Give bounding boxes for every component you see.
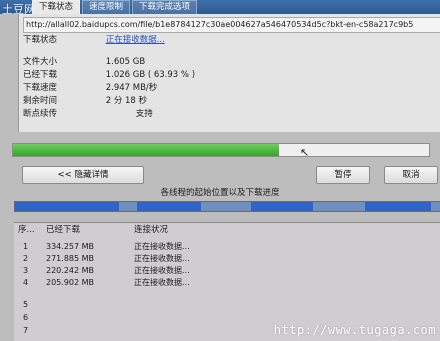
thread-segments-bar (14, 201, 440, 212)
title-bar: 土豆网 下载状态 速度限制 下载完成选项 (0, 0, 440, 16)
thread-list: 序... 已经下载 连接状况 1 334.257 MB 正在接收数据... 2 … (14, 222, 440, 341)
segment-2 (137, 202, 201, 211)
tab-strip: 下载状态 速度限制 下载完成选项 (32, 0, 199, 14)
tab-download-status[interactable]: 下载状态 (32, 0, 81, 14)
column-header-status[interactable]: 连接状况 (134, 225, 168, 236)
status-row: 下载状态 正在接收数据... (23, 34, 165, 46)
download-status-panel: http://allall02.baidupcs.com/file/b1e878… (18, 14, 440, 132)
tab-completion-options[interactable]: 下载完成选项 (132, 0, 198, 14)
download-progress-bar (12, 143, 430, 157)
watermark-url: http://www.tugaga.com (273, 323, 436, 337)
row-downloaded: 205.902 MB (46, 278, 95, 287)
row-number: 1 (23, 242, 29, 251)
info-row-remaining: 剩余时间 2 分 18 秒 (23, 95, 147, 107)
info-label: 剩余时间 (23, 96, 58, 106)
info-label: 断点续传 (23, 109, 58, 119)
info-label: 已经下载 (23, 70, 58, 80)
cancel-button[interactable]: 取消 (384, 166, 438, 184)
row-number: 6 (23, 313, 29, 322)
info-value: 1.605 GB (105, 57, 146, 67)
info-value: 1.026 GB ( 63.93 % ) (105, 70, 196, 80)
row-status: 正在接收数据... (134, 254, 190, 263)
row-downloaded: 220.242 MB (46, 266, 95, 275)
status-value: 正在接收数据... (105, 35, 165, 45)
info-value: 2.947 MB/秒 (105, 83, 158, 93)
row-status: 正在接收数据... (134, 278, 190, 287)
mouse-cursor-icon: ↖ (300, 146, 310, 159)
row-status: 正在接收数据... (134, 266, 190, 275)
progress-fill (13, 144, 279, 156)
segment-3 (251, 202, 313, 211)
segments-caption: 各线程的起始位置以及下载进度 (160, 188, 280, 198)
tab-speed-limit[interactable]: 速度限制 (82, 0, 131, 14)
row-number: 4 (23, 278, 29, 287)
info-label: 文件大小 (23, 57, 58, 67)
status-label: 下载状态 (23, 35, 58, 45)
info-value: 2 分 18 秒 (105, 96, 148, 106)
row-status: 正在接收数据... (134, 242, 190, 251)
row-number: 2 (23, 254, 29, 263)
info-value: 支持 (135, 109, 153, 119)
url-field[interactable]: http://allall02.baidupcs.com/file/b1e878… (23, 17, 440, 33)
info-row-resume: 断点续传 支持 (23, 108, 153, 120)
row-number: 5 (23, 300, 29, 309)
row-downloaded: 334.257 MB (46, 242, 95, 251)
row-number: 7 (23, 326, 29, 335)
info-row-file-size: 文件大小 1.605 GB (23, 56, 145, 68)
segment-1 (15, 202, 119, 211)
hide-details-button[interactable]: << 隐藏详情 (22, 166, 144, 184)
info-row-speed: 下载速度 2.947 MB/秒 (23, 82, 157, 94)
segment-4 (365, 202, 431, 211)
column-header-downloaded[interactable]: 已经下载 (46, 225, 80, 236)
info-row-downloaded: 已经下载 1.026 GB ( 63.93 % ) (23, 69, 195, 81)
pause-button[interactable]: 暂停 (316, 166, 370, 184)
info-label: 下载速度 (23, 83, 58, 93)
column-header-index[interactable]: 序... (18, 225, 35, 236)
row-downloaded: 271.885 MB (46, 254, 95, 263)
row-number: 3 (23, 266, 29, 275)
